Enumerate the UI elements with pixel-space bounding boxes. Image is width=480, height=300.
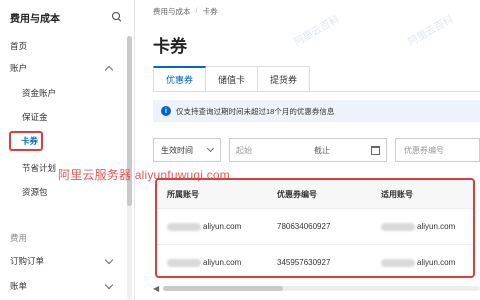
sidebar-item-label: 保证金 [22,112,48,122]
column-header: 适用账号 [381,189,413,199]
chevron-down-icon [104,255,114,264]
table-row: aliyun.com 780634060927 aliyun.com [157,208,473,244]
owner-account-text: aliyun.com [203,258,242,267]
sidebar-item-orders[interactable]: 订购订单 [0,251,124,271]
chevron-down-icon [206,144,215,153]
info-notice: i 仅支持查询过期时间未超过18个月的优惠券信息 [153,100,480,122]
tab-voucher[interactable]: 提货券 [258,66,311,92]
watermark-faint: 阿里云百科 [406,13,456,49]
coupon-table: 所属账号 优惠券编号 适用账号 aliyun.com 780634060927 … [155,178,475,278]
scrollbar-track[interactable] [163,285,480,291]
filter-bar: 生效时间 起始 截止 优惠券编号 [153,138,480,162]
select-value: 生效时间 [161,145,193,155]
calendar-icon[interactable] [371,146,380,155]
sidebar-item-home[interactable]: 首页 [0,36,124,56]
coupon-id-cell: 780634060927 [277,222,331,231]
date-start-input[interactable]: 起始 [236,145,296,156]
date-end-input[interactable]: 截止 [314,145,330,156]
sidebar-item-resource-package[interactable]: 资源包 [0,182,124,202]
sidebar-item-label: 账单 [10,281,28,291]
sidebar: 费用与成本 首页 账户 资金账户 保证金 卡券 节省计划 资源包 费用 订购订单… [0,0,135,300]
tab-stored-value-card[interactable]: 储值卡 [206,66,259,92]
sidebar-item-label: 节省计划 [22,163,57,173]
applicable-account-text: aliyun.com [417,258,456,267]
search-icon[interactable] [112,12,122,22]
scroll-left-arrow-icon[interactable]: ◀ [153,284,163,293]
info-icon: i [161,106,171,116]
watermark-faint: 阿里云百科 [292,13,342,49]
column-header: 优惠券编号 [277,189,317,199]
redacted-text [167,222,201,231]
owner-cell: aliyun.com [157,258,267,267]
owner-account-text: aliyun.com [203,222,242,231]
time-type-select[interactable]: 生效时间 [153,138,221,162]
breadcrumb-separator: / [195,6,198,15]
sidebar-item-label: 账户 [10,63,28,73]
main-content: 费用与成本 / 卡券 阿里云百科 阿里云百科 卡券 优惠券 储值卡 提货券 i … [143,0,480,300]
sidebar-item-label: 订购订单 [10,256,45,266]
sidebar-header: 费用与成本 [0,0,134,34]
redacted-text [167,258,201,267]
sidebar-item-bills[interactable]: 账单 [0,276,124,296]
column-header: 所属账号 [167,189,199,199]
sidebar-item-coupons[interactable]: 卡券 [9,131,43,151]
coupon-number-input[interactable]: 优惠券编号 [395,138,480,162]
notice-text: 仅支持查询过期时间未超过18个月的优惠券信息 [176,106,335,116]
sidebar-item-label: 首页 [10,41,28,51]
sidebar-item-account[interactable]: 账户 [0,58,124,78]
applicable-cell: aliyun.com [375,258,473,267]
tab-bar: 优惠券 储值卡 提货券 [153,66,311,92]
redacted-text [381,222,415,231]
sidebar-item-label: 资金账户 [22,88,57,98]
watermark-text: 阿里云服务器 aliyunfuwuqi.com [58,168,230,182]
table-header: 所属账号 优惠券编号 适用账号 [157,180,473,208]
breadcrumb-item: 卡券 [202,7,218,16]
sidebar-item-label: 卡券 [21,136,39,146]
redacted-text [381,258,415,267]
tab-coupons[interactable]: 优惠券 [153,66,207,92]
chevron-down-icon [104,280,114,289]
sidebar-group-fees: 费用 [0,228,124,248]
page-title: 卡券 [153,37,187,56]
date-range-picker[interactable]: 起始 截止 [229,138,387,162]
sidebar-item-label: 资源包 [22,187,48,197]
breadcrumb-item[interactable]: 费用与成本 [153,6,191,17]
coupon-id-cell: 345957630927 [277,258,331,267]
sidebar-group-label: 费用 [10,233,28,243]
chevron-up-icon [104,65,114,74]
applicable-cell: aliyun.com [375,222,473,231]
owner-cell: aliyun.com [157,222,267,231]
applicable-account-text: aliyun.com [417,222,456,231]
sidebar-item-deposit[interactable]: 保证金 [0,107,124,127]
sidebar-title: 费用与成本 [10,13,60,25]
scrollbar-thumb[interactable] [163,285,283,291]
breadcrumb: 费用与成本 / 卡券 [153,6,218,17]
horizontal-scrollbar[interactable]: ◀ [153,284,480,293]
table-row: aliyun.com 345957630927 aliyun.com [157,244,473,276]
sidebar-item-fund-account[interactable]: 资金账户 [0,83,124,103]
tab-divider [153,91,480,92]
